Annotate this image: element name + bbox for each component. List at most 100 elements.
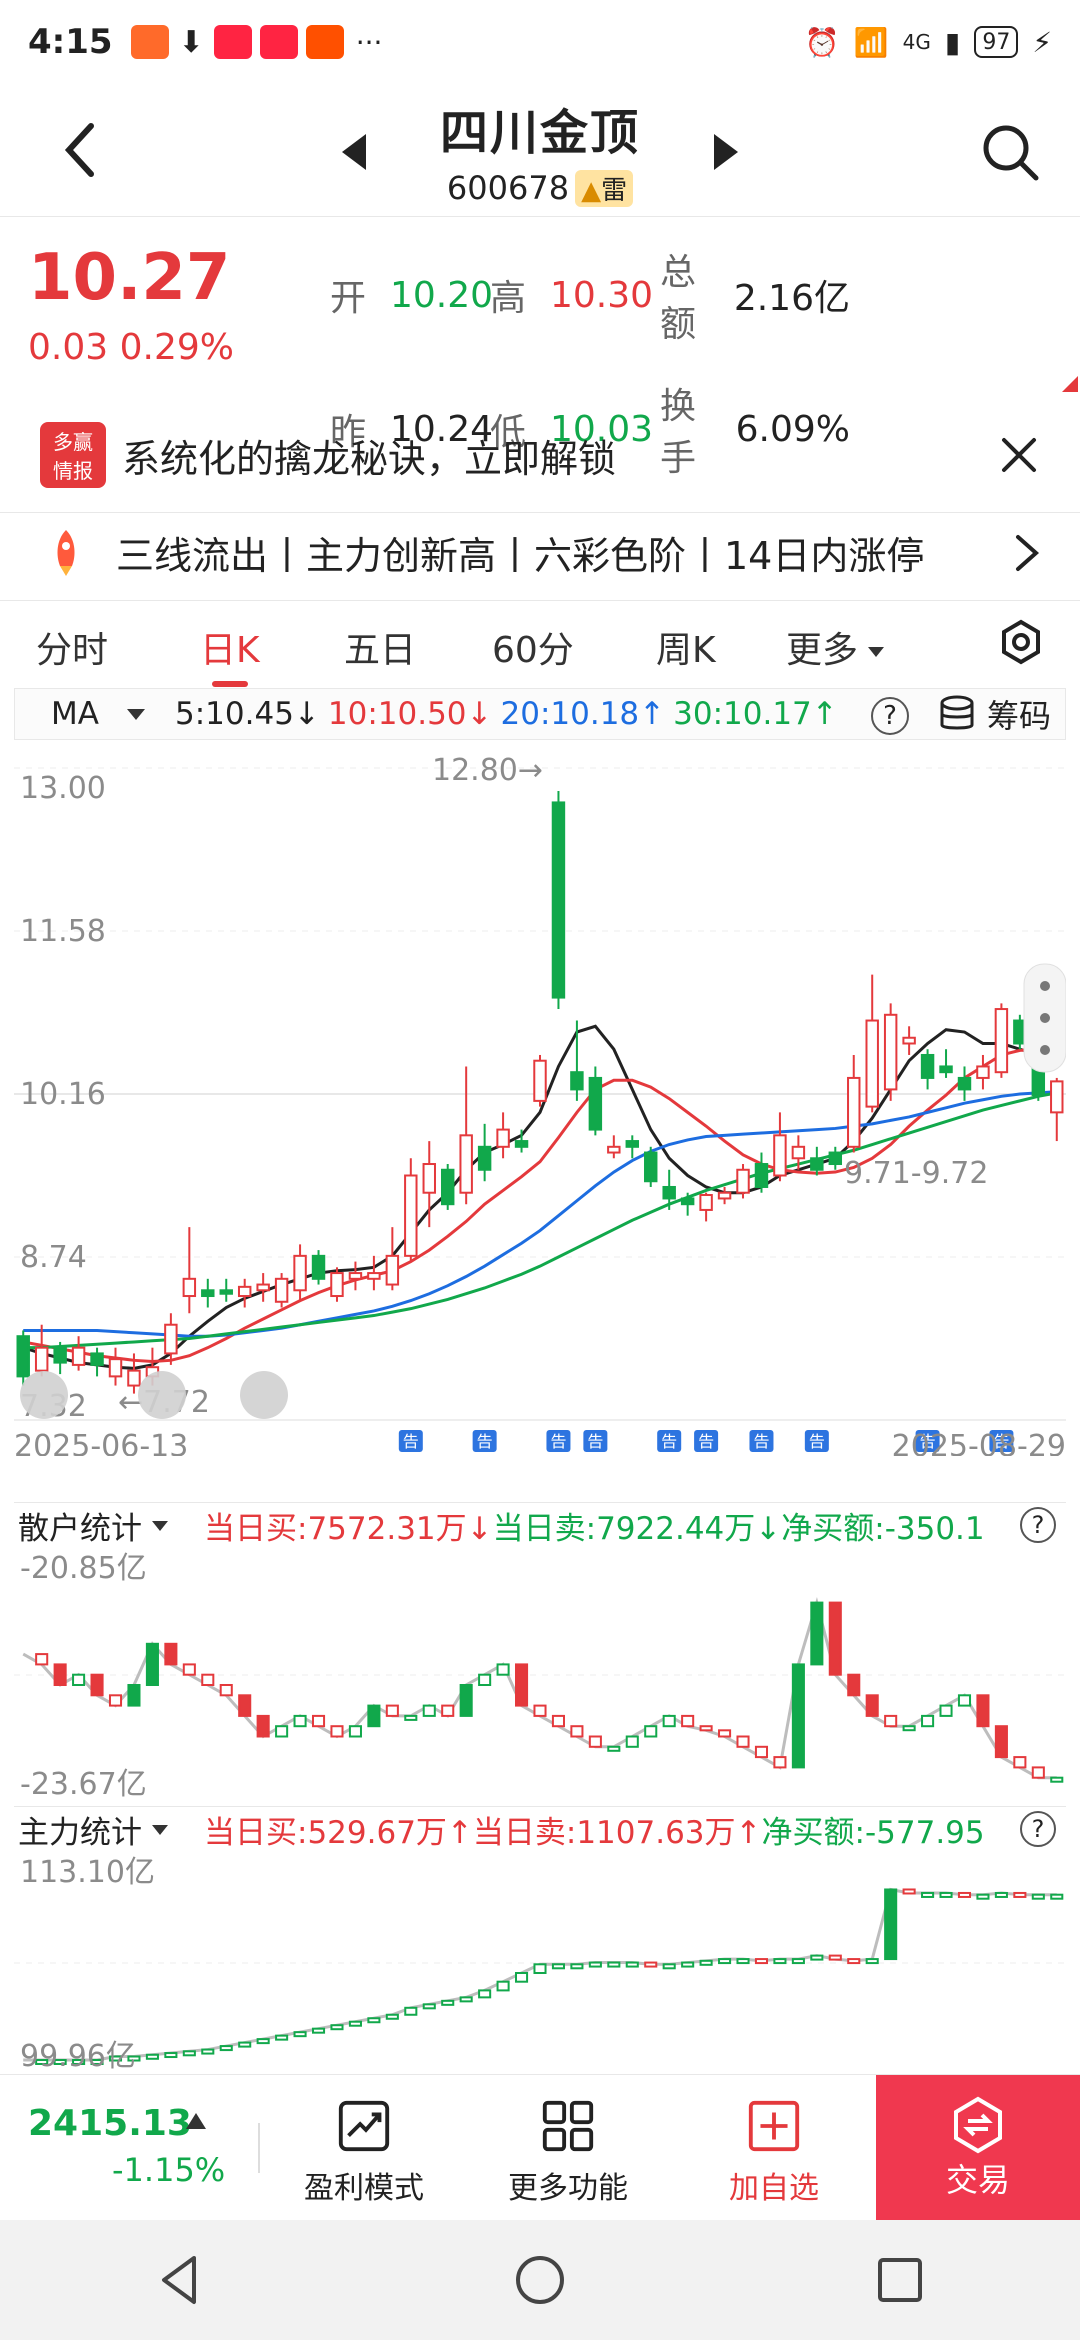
candle-body xyxy=(459,1134,473,1194)
risk-badge[interactable]: ▲雷 xyxy=(575,169,634,207)
candle-body xyxy=(440,1168,455,1206)
network-type: 4G xyxy=(902,30,931,54)
promo-banner[interactable]: 多赢 情报 系统化的擒龙秘诀，立即解锁 xyxy=(0,410,1080,500)
settings-icon[interactable] xyxy=(998,619,1044,665)
indicator-bar xyxy=(662,1963,676,1970)
more-functions-button[interactable]: 更多功能 xyxy=(478,2097,658,2207)
open-value: 10.20 xyxy=(390,274,494,316)
chips-button[interactable]: 筹码 xyxy=(937,691,1051,737)
ma-selector[interactable]: MA xyxy=(15,696,175,732)
indicator-bar xyxy=(681,1961,695,1968)
candle-body xyxy=(662,1185,676,1200)
indicator-bar xyxy=(588,1735,602,1748)
indicator-bar xyxy=(404,2006,418,2016)
candle-body xyxy=(625,1140,640,1148)
ma5-value: 5:10.45↓ xyxy=(175,696,320,732)
indicator-bar xyxy=(607,1745,621,1752)
help-icon[interactable]: ? xyxy=(1020,1811,1056,1847)
notice-marker-label: 告 xyxy=(550,1432,566,1451)
indicator-bar xyxy=(699,1959,713,1966)
layout-icon xyxy=(240,1371,288,1419)
tab-intraday[interactable]: 分时 xyxy=(36,621,108,673)
indicator-bottom-label: 99.96亿 xyxy=(20,2039,136,2074)
help-icon[interactable]: ? xyxy=(1020,1507,1056,1543)
main-force-net: 净买额:-577.95 xyxy=(761,1815,985,1851)
y-tick-label: 11.58 xyxy=(20,914,106,949)
candle-body xyxy=(256,1283,270,1292)
indicator-bar xyxy=(1013,1891,1027,1898)
nav-recents-icon[interactable] xyxy=(870,2250,930,2310)
promo-logo: 多赢 情报 xyxy=(40,422,106,488)
add-watchlist-button[interactable]: 加自选 xyxy=(684,2097,864,2207)
candle-body xyxy=(994,1008,1009,1074)
indicator-bar xyxy=(773,1958,787,1965)
tab-more[interactable]: 更多 xyxy=(786,621,884,673)
high-annotation: 12.80→ xyxy=(432,753,543,788)
candle-body xyxy=(644,1151,658,1183)
expand-icon xyxy=(20,1371,68,1419)
candle-body xyxy=(422,1163,436,1194)
indicator-bar xyxy=(625,1961,639,1968)
profit-mode-button[interactable]: 盈利模式 xyxy=(274,2097,454,2207)
indicator-bar xyxy=(662,1714,676,1728)
close-icon[interactable] xyxy=(996,432,1042,478)
candle-body xyxy=(514,1140,529,1148)
main-force-chart[interactable]: 113.10亿 99.96亿 xyxy=(14,1852,1066,2074)
candle-body xyxy=(847,1076,861,1148)
indicator-bar xyxy=(773,1756,787,1769)
indicator-bar xyxy=(754,1958,769,1965)
amount-value: 2.16亿 xyxy=(733,278,850,319)
nav-back-icon[interactable] xyxy=(150,2250,210,2310)
indicator-bar xyxy=(422,2003,436,2010)
back-button[interactable] xyxy=(56,120,106,180)
index-expand-icon[interactable] xyxy=(186,2113,206,2129)
indicator-bar xyxy=(459,1684,473,1717)
indicator-bar xyxy=(311,1714,326,1728)
previous-stock-button[interactable] xyxy=(334,124,374,180)
retail-chart[interactable]: -20.85亿 -23.67亿 xyxy=(14,1548,1066,1802)
candle-body xyxy=(865,1019,879,1108)
indicator-bar xyxy=(367,2017,381,2024)
main-force-selector[interactable]: 主力统计 xyxy=(14,1807,204,1852)
indicator-bar xyxy=(791,1663,805,1769)
indicator-bar xyxy=(551,1963,565,1970)
system-navigation-bar xyxy=(0,2220,1080,2340)
indicator-bar xyxy=(164,1642,178,1666)
corner-marker-icon xyxy=(1062,376,1078,392)
indicator-bar xyxy=(884,1714,898,1728)
indicator-bar xyxy=(127,1684,141,1707)
candle-body xyxy=(883,1013,898,1091)
tab-60min[interactable]: 60分 xyxy=(492,621,574,673)
kline-chart[interactable]: 13.0011.5810.168.747.3212.80→←7.729.71-9… xyxy=(14,740,1066,1456)
tab-five-day[interactable]: 五日 xyxy=(344,621,416,673)
risk-badge-label: 雷 xyxy=(601,175,628,206)
retail-selector[interactable]: 散户统计 xyxy=(14,1503,204,1548)
stock-header: 四川金顶 600678 ▲雷 xyxy=(0,84,1080,216)
candle-body xyxy=(311,1254,326,1280)
plus-box-icon xyxy=(748,2100,800,2152)
indicator-bar xyxy=(644,1961,658,1968)
notice-marker-label: 告 xyxy=(403,1432,419,1451)
tab-daily-k[interactable]: 日K xyxy=(200,621,260,687)
candle-body xyxy=(404,1174,418,1257)
indicator-bar xyxy=(182,2050,196,2057)
trade-button[interactable]: 交易 xyxy=(876,2075,1080,2221)
search-icon[interactable] xyxy=(980,122,1040,182)
index-value[interactable]: 2415.13 xyxy=(28,2103,192,2144)
indicator-bar xyxy=(348,1725,362,1738)
help-icon[interactable]: ? xyxy=(871,697,909,735)
candle-body xyxy=(293,1254,307,1292)
rocket-icon xyxy=(57,529,75,576)
side-handle-dot xyxy=(1040,981,1050,991)
indicator-bar xyxy=(957,1891,972,1898)
feature-banner[interactable]: 三线流出丨主力创新高丨六彩色阶丨14日内涨停 xyxy=(0,512,1080,592)
candle-body xyxy=(127,1369,141,1387)
indicator-bar xyxy=(1031,1766,1045,1779)
indicator-bar xyxy=(275,2034,289,2041)
ma20-value: 20:10.18↑ xyxy=(500,696,666,732)
next-stock-button[interactable] xyxy=(706,124,746,180)
indicator-bar xyxy=(441,1999,455,2006)
nav-home-icon[interactable] xyxy=(510,2250,570,2310)
tab-weekly-k[interactable]: 周K xyxy=(656,621,716,673)
candle-body xyxy=(754,1163,769,1188)
